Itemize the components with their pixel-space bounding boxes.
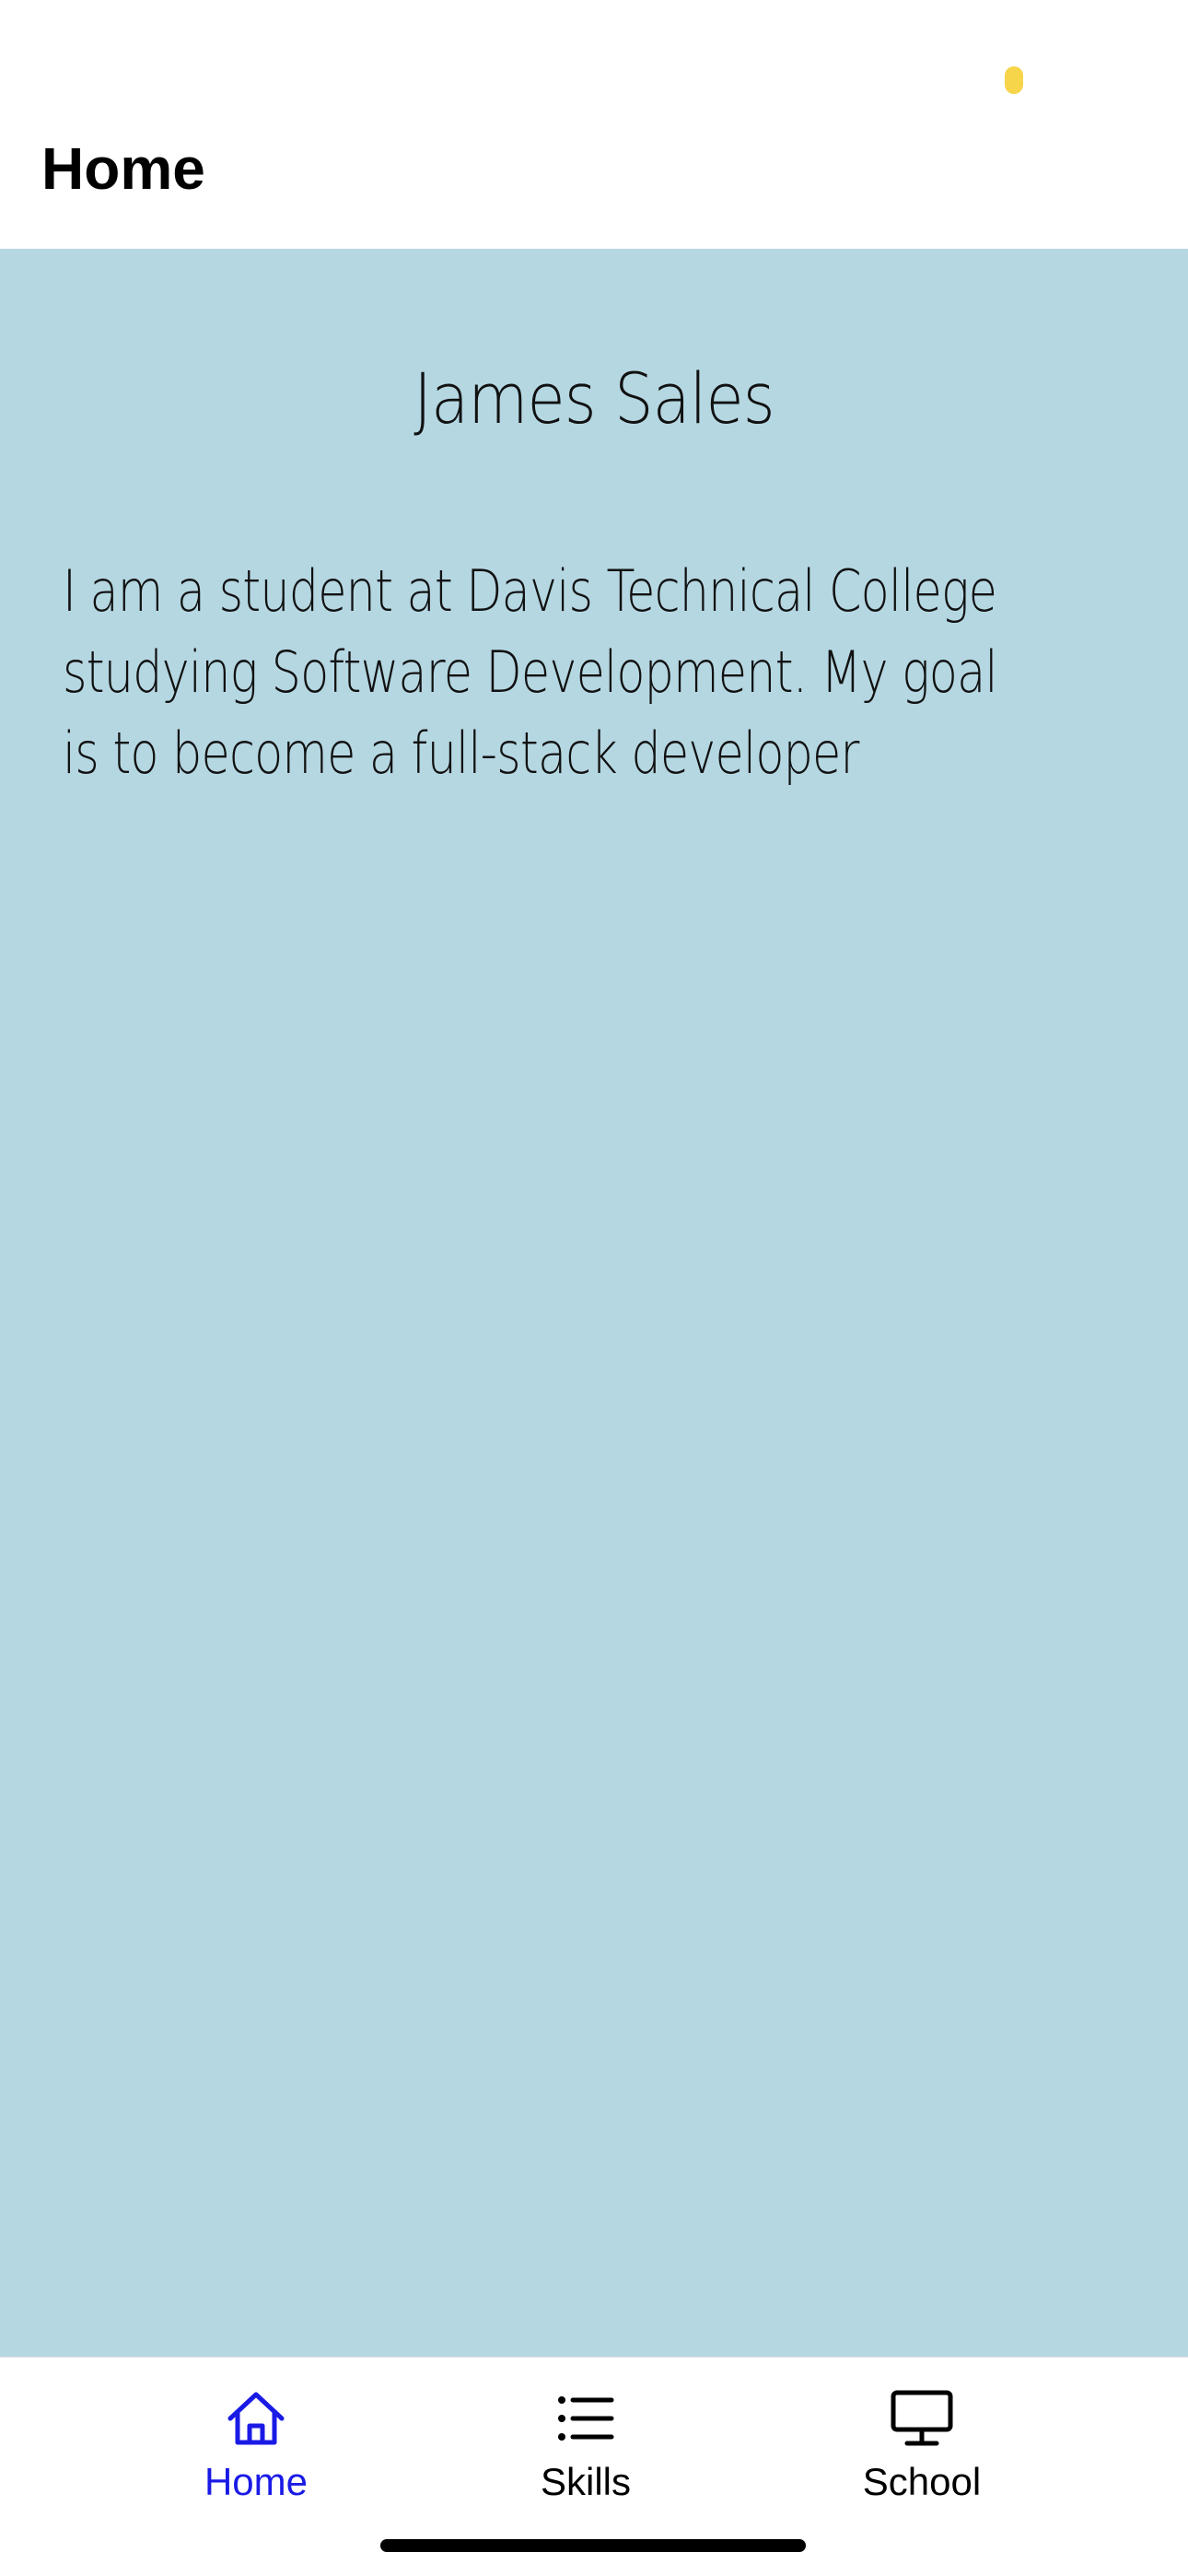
tab-home-label: Home	[204, 2460, 309, 2503]
home-icon	[227, 2392, 285, 2445]
tab-home[interactable]: Home	[164, 2385, 348, 2514]
status-bar	[0, 0, 1188, 138]
tab-school[interactable]: School	[830, 2385, 1014, 2514]
profile-bio: I am a student at Davis Technical Colleg…	[63, 557, 998, 787]
tab-skills[interactable]: Skills	[494, 2385, 678, 2514]
status-indicator-dot	[1005, 66, 1023, 94]
home-indicator	[380, 2539, 806, 2552]
tab-school-label: School	[862, 2460, 982, 2503]
profile-name: James Sales	[413, 357, 775, 439]
navigation-header: Home	[0, 138, 1188, 249]
app-screen: Home James Sales I am a student at Davis…	[0, 0, 1188, 2576]
tab-skills-label: Skills	[540, 2460, 631, 2503]
page-title: Home	[41, 135, 205, 202]
list-icon	[558, 2396, 614, 2441]
monitor-icon	[891, 2390, 953, 2446]
main-content: James Sales I am a student at Davis Tech…	[0, 249, 1188, 2357]
